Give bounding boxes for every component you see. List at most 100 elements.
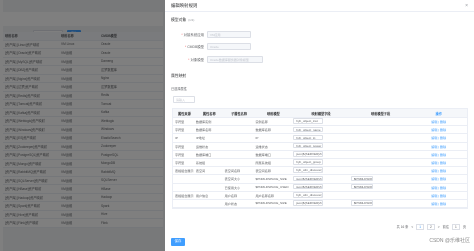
form-row-app: *对接系统应用 VM应用 [165, 31, 251, 38]
mapping-field-input[interactable]: hyb_ofm_discovery_name [293, 167, 324, 173]
row-actions[interactable]: 编辑 | 删除 [410, 193, 467, 198]
mapping-field-input[interactable]: json(${SERVER}/NUMS_PORT) [293, 175, 324, 182]
row-actions[interactable]: 编辑 | 删除 [410, 176, 467, 181]
column-header: 映射模型 [266, 111, 280, 116]
field-label-app: *对接系统应用 [181, 33, 204, 37]
table-row: 表格组合展示用户信息 用户名称 用户名称名称 hyb_ofm_discovery_na… [173, 192, 467, 200]
table-cell: hyb_object_ip [291, 134, 349, 142]
row-actions[interactable]: 编辑 | 删除 [410, 160, 467, 165]
row-actions[interactable]: 编辑 | 删除 [410, 135, 467, 140]
table-cell: $PNMLDSPACE_SIZE [255, 176, 287, 181]
row-actions[interactable]: 编辑 | 删除 [410, 201, 467, 206]
field-label-object: *对象模型 [188, 58, 204, 62]
table-cell: hyb_ofm_discovery_name [291, 192, 349, 199]
column-header: 映射模型子段 [371, 111, 391, 116]
row-actions[interactable]: 编辑 | 删除 [410, 144, 467, 149]
mapping-field-input[interactable]: hyb_object_power_status [293, 142, 324, 149]
sub-field-select[interactable]: $PNMLDSPACE [350, 183, 373, 190]
table-cell: json(${SERVER}/NUMS_PORT) [291, 151, 349, 158]
mapping-field-input[interactable]: hyb_object_inst [293, 118, 324, 124]
table-cell: 表空间 [195, 169, 206, 174]
attr-search-input[interactable]: 请输入 [173, 96, 195, 103]
column-header: 映射模型字段 [311, 111, 331, 116]
table-cell: 字符型 [175, 152, 185, 157]
save-button[interactable]: 保存 [171, 238, 185, 246]
table-cell: 表空间名称 [255, 169, 271, 174]
table-cell: $PNMLDSPACE [349, 183, 411, 191]
table-cell: 用户状态 [224, 201, 238, 206]
table-cell: 运维状态 [195, 144, 209, 149]
row-actions[interactable]: 编辑 | 删除 [410, 185, 467, 190]
form-row-object: *对象模型 Oracle数据库服务器对象模型 [165, 56, 263, 63]
table-cell: 系统组 [195, 161, 206, 166]
table-row: IP IP地址 IP hyb_object_ip 编辑 | 删除 [173, 134, 467, 143]
table-cell: 数据库名称 [195, 128, 212, 133]
mapping-field-input[interactable]: hyb_object_ip [293, 134, 324, 141]
watermark: CSDN @乐维社区 [429, 238, 470, 244]
table-cell: json(${SERVER}/NUMS_PORT) [291, 175, 349, 183]
table-cell: $PNMLDSPACE_SIZE [255, 201, 287, 206]
table-row: 用户状态 $PNMLDSPACE_SIZE json(${SERVER}/NUMS_… [173, 200, 467, 209]
object-model-field[interactable]: Oracle数据库服务器对象模型 [207, 56, 263, 63]
mapping-field-input[interactable]: json(${SERVER}/NUMS_PORT) [293, 151, 324, 157]
table-cell: 字符型 [175, 120, 185, 125]
mapping-field-input[interactable]: json(${SERVER}/NUMS_PORT) [293, 200, 324, 206]
table-cell: IP地址 [195, 136, 205, 141]
table-cell: 表格组合展示 [175, 169, 194, 174]
table-row: 表空间大小 $PNMLDSPACE_SIZE json(${SERVER}/NUMS… [173, 175, 467, 184]
app-field[interactable]: VM应用 [207, 31, 251, 38]
close-icon[interactable]: × [465, 3, 468, 9]
pager-page-unit: 页 [462, 225, 466, 230]
cmdb-model-field[interactable]: Oracle [207, 43, 251, 50]
pager-goto-input[interactable]: 1 [452, 224, 460, 230]
section-attr-title: 属性映射 [171, 74, 187, 78]
table-header: 属性来源 属性名称 子属性名称 映射模型 映射模型字段 映射模型子段 操作 [173, 109, 467, 118]
table-row: 已使用大小 $PNMLDSPACE_USED json(${SERVER}/NUMS… [173, 183, 467, 192]
mapping-field-input[interactable]: hyb_ofm_discovery_name [293, 192, 324, 198]
mapping-field-input[interactable]: json(${SERVER}/NUMS_PORT) [293, 183, 324, 190]
table-row: 字符型 运维状态 运维状态 hyb_object_power_status 编辑 | 删… [173, 142, 467, 151]
attr-mapping-table: 属性来源 属性名称 子属性名称 映射模型 映射模型字段 映射模型子段 操作 字符型 数据库实例 实… [172, 108, 468, 210]
table-cell: 字符型 [175, 161, 185, 166]
table-cell: 表空间名称 [224, 169, 241, 174]
section-model-title: 模型对象 (1/1) [165, 18, 194, 23]
field-label-cmdb: *CMDB模型 [184, 45, 204, 49]
pager-next[interactable]: > [438, 225, 440, 229]
edit-mapping-drawer: 编辑映射规则 × 模型对象 (1/1) *对接系统应用 VM应用 *CMDB模型 … [165, 0, 474, 251]
sub-field-select[interactable]: $PNMLDSPACE [350, 200, 373, 206]
column-header: 子属性名称 [231, 111, 248, 116]
table-cell: hyb_object_group [291, 159, 349, 166]
table-cell: 用户信息 [195, 193, 209, 198]
table-cell: 字符型 [175, 128, 185, 133]
section-model-label: 模型对象 [171, 18, 187, 22]
sub-field-select[interactable]: $PNMLDSPACE [350, 175, 373, 182]
pager-page-2[interactable]: 2 [427, 224, 435, 230]
table-cell: 已使用大小 [224, 185, 241, 190]
row-actions[interactable]: 编辑 | 删除 [410, 168, 467, 173]
table-cell: IP [255, 135, 259, 140]
table-cell: json(${SERVER}/NUMS_PORT) [291, 183, 349, 191]
pager-prev[interactable]: < [411, 225, 413, 229]
table-cell: 数据库端口 [255, 152, 271, 157]
column-header: 属性名称 [202, 111, 216, 116]
table-cell: $PNMLDSPACE [349, 175, 411, 183]
table-cell: hyb_object_power_status [291, 142, 349, 150]
table-cell: 用户名称名称 [255, 193, 275, 198]
table-cell: json(${SERVER}/NUMS_PORT) [291, 200, 349, 207]
table-row: 字符型 数据库端口 数据库端口 json(${SERVER}/NUMS_PORT) 编辑… [173, 151, 467, 159]
table-cell: IP [175, 135, 178, 140]
table-cell: $PNMLDSPACE [349, 200, 411, 207]
table-cell: 实例名称 [255, 120, 268, 125]
table-cell: hyb_object_inst [291, 118, 349, 125]
row-actions[interactable]: 编辑 | 删除 [410, 152, 467, 157]
table-cell: 数据库名称 [255, 128, 271, 133]
row-actions[interactable]: 编辑 | 删除 [410, 127, 467, 132]
pager-page-1[interactable]: 1 [416, 224, 424, 230]
section-model-hint: (1/1) [188, 18, 195, 22]
table-cell: hyb_object_name [291, 126, 349, 134]
table-cell: 表格组合展示 [175, 193, 194, 198]
column-header: 属性来源 [178, 111, 191, 116]
mapping-field-input[interactable]: hyb_object_name [293, 126, 324, 133]
mapping-field-input[interactable]: hyb_object_group [293, 159, 324, 165]
row-actions[interactable]: 编辑 | 删除 [410, 119, 467, 124]
